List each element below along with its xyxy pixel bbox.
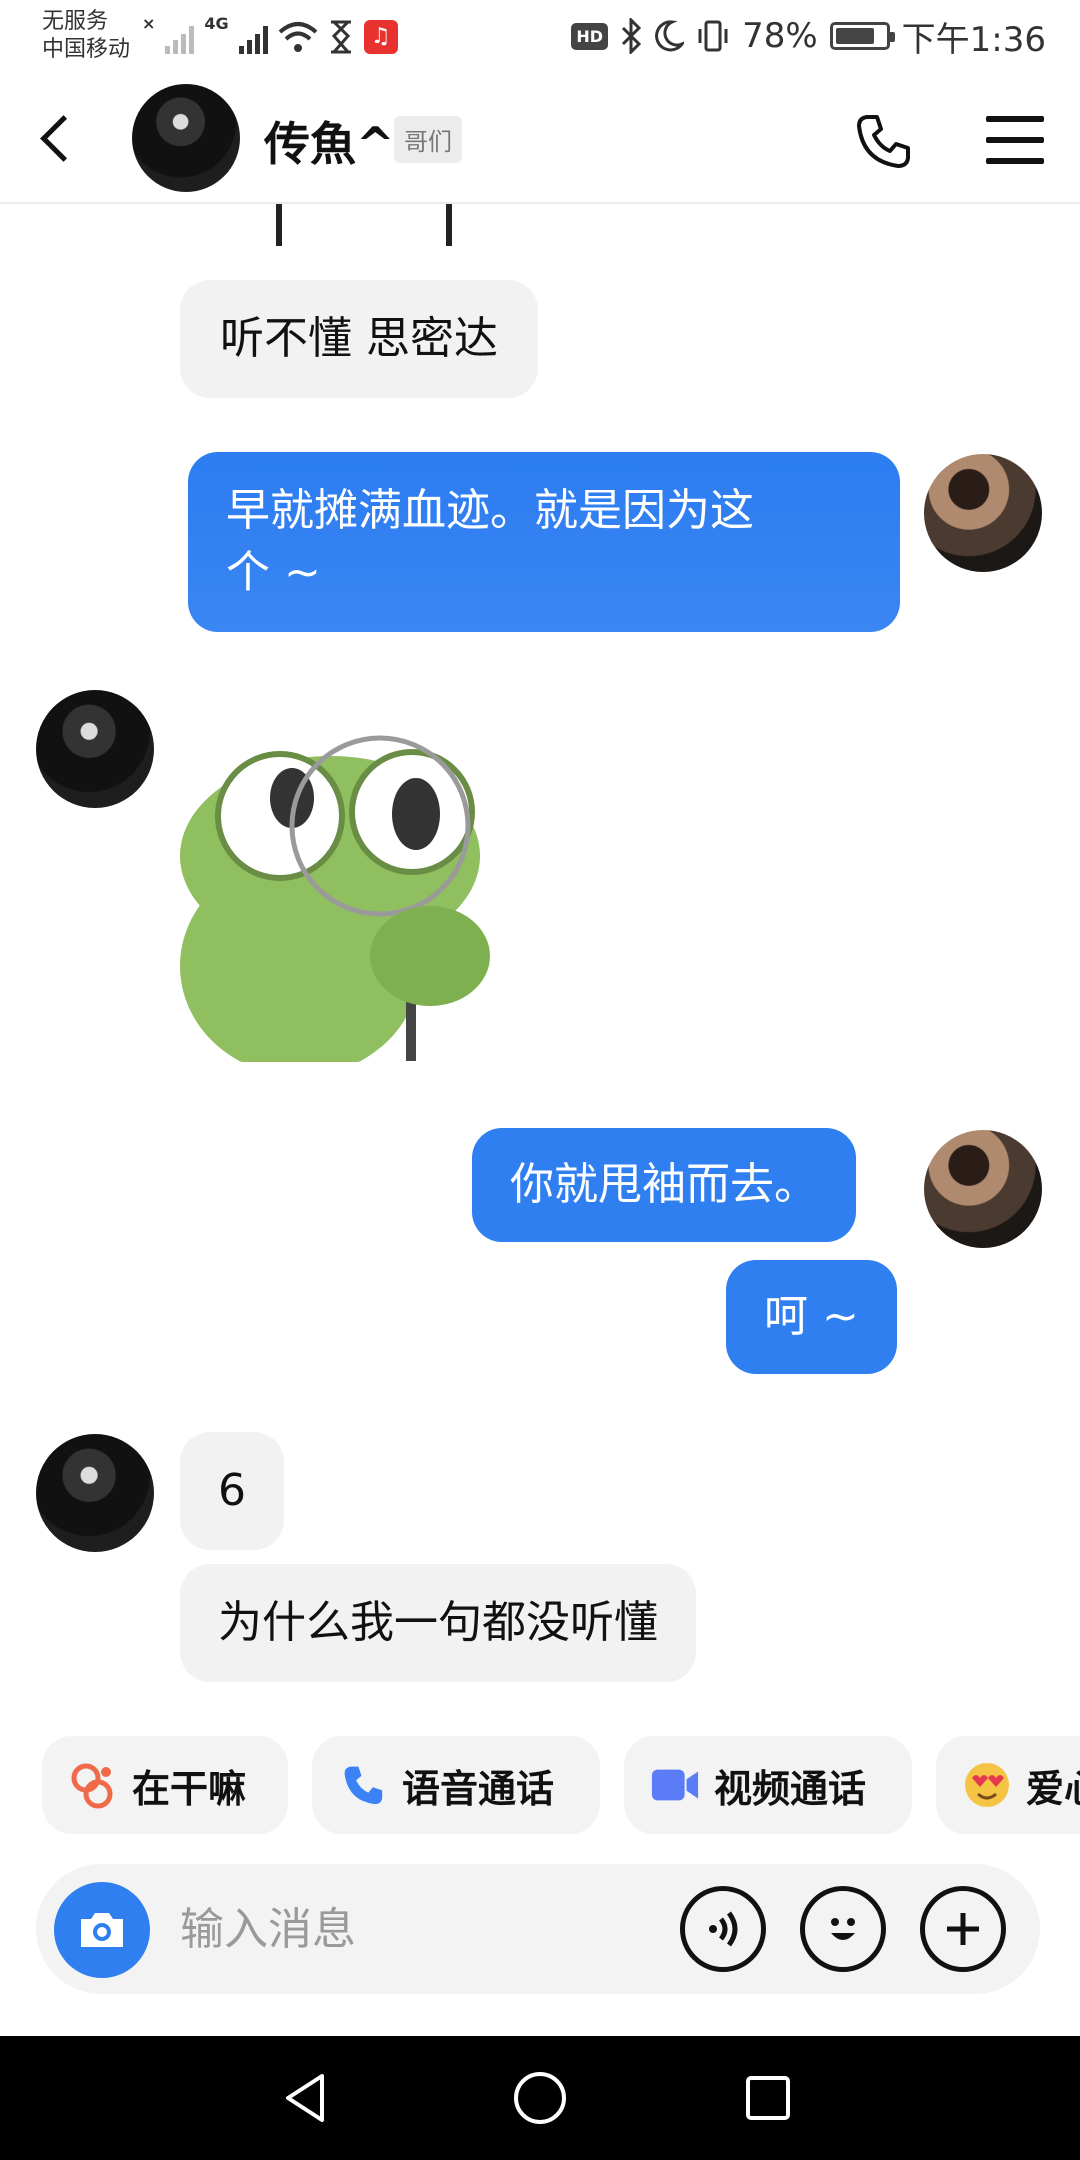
carrier-line-2: 中国移动 xyxy=(42,37,131,62)
nav-back-button[interactable] xyxy=(268,2060,344,2136)
hourglass-icon xyxy=(330,20,351,54)
message-bubble-incoming[interactable]: 6 xyxy=(180,1432,284,1550)
battery-icon xyxy=(829,22,895,50)
quick-action-poke[interactable]: 在干嘛 xyxy=(42,1736,288,1834)
message-text: 呵 ~ xyxy=(764,1291,859,1342)
quick-action-label: 语音通话 xyxy=(402,1766,555,1811)
camera-icon xyxy=(81,1913,123,1947)
message-input[interactable] xyxy=(180,1892,670,1966)
message-text: 为什么我一句都没听懂 xyxy=(218,1597,658,1648)
battery-percent: 78% xyxy=(742,16,818,56)
message-bubble-outgoing[interactable]: 你就甩袖而去。 xyxy=(472,1128,856,1242)
chat-header: 传魚^ 哥们 xyxy=(0,72,1080,204)
message-bubble-outgoing[interactable]: 呵 ~ xyxy=(726,1260,897,1374)
nav-recents-icon xyxy=(746,2076,790,2120)
signal-icons: × 4G ♫ xyxy=(142,14,398,54)
clock: 下午1:36 xyxy=(901,19,1046,60)
contact-avatar-small[interactable] xyxy=(36,1434,154,1552)
nav-home-icon xyxy=(514,2072,566,2124)
frog-sticker-message[interactable] xyxy=(180,706,540,1076)
moon-icon xyxy=(655,20,685,52)
voice-wave-icon xyxy=(709,1911,738,1947)
bluetooth-icon xyxy=(622,18,642,54)
contact-avatar[interactable] xyxy=(132,84,240,192)
quick-actions-row: 在干嘛 语音通话 视频通话 爱心 xyxy=(0,1730,1080,1840)
message-text: 6 xyxy=(218,1465,246,1516)
back-button[interactable] xyxy=(28,102,84,174)
nav-back-icon xyxy=(286,2074,324,2122)
quick-action-voice-call[interactable]: 语音通话 xyxy=(312,1736,600,1834)
voice-input-button[interactable] xyxy=(680,1886,766,1972)
wifi-icon xyxy=(278,22,317,52)
poke-icon xyxy=(68,1760,118,1810)
emoji-button[interactable] xyxy=(800,1886,886,1972)
status-right: HD 78% 下午1:36 xyxy=(571,14,1046,60)
menu-line xyxy=(986,116,1044,122)
menu-line xyxy=(986,137,1044,143)
frog-sticker-image xyxy=(180,735,490,1076)
quick-action-label: 在干嘛 xyxy=(132,1766,247,1811)
nav-recents-button[interactable] xyxy=(730,2060,806,2136)
smiley-icon xyxy=(831,1918,855,1940)
carrier-line-1: 无服务 xyxy=(42,9,109,34)
message-input-bar xyxy=(36,1864,1040,1994)
phone-icon xyxy=(338,1760,388,1810)
message-bubble-incoming[interactable]: 为什么我一句都没听懂 xyxy=(180,1564,696,1682)
quick-action-label: 视频通话 xyxy=(714,1766,867,1811)
plus-icon xyxy=(947,1913,979,1945)
menu-button[interactable] xyxy=(980,110,1050,170)
system-navigation-bar xyxy=(0,2036,1080,2160)
self-avatar[interactable] xyxy=(924,454,1042,572)
contact-name[interactable]: 传魚^ xyxy=(264,108,395,174)
self-avatar[interactable] xyxy=(924,1130,1042,1248)
quick-action-heart[interactable]: 爱心 xyxy=(936,1736,1080,1834)
nav-home-button[interactable] xyxy=(502,2060,578,2136)
image-message-partial[interactable] xyxy=(180,204,540,246)
message-text-line-1: 早就摊满血迹。就是因为这 xyxy=(226,485,754,536)
call-button[interactable] xyxy=(848,106,918,176)
message-bubble-incoming[interactable]: 听不懂 思密达 xyxy=(180,280,538,398)
relation-tag: 哥们 xyxy=(394,116,462,163)
message-text: 你就甩袖而去。 xyxy=(510,1159,818,1210)
hd-icon: HD xyxy=(571,22,609,50)
app-notification-icon: ♫ xyxy=(363,20,398,54)
quick-action-video-call[interactable]: 视频通话 xyxy=(624,1736,912,1834)
video-icon xyxy=(650,1760,700,1810)
contact-avatar-small[interactable] xyxy=(36,690,154,808)
vibrate-icon xyxy=(698,20,728,52)
carrier-info: 无服务 中国移动 xyxy=(42,8,130,64)
status-bar: 无服务 中国移动 × 4G ♫ HD 78% 下午1:36 xyxy=(0,0,1080,72)
network-type: 4G xyxy=(204,14,229,33)
camera-button[interactable] xyxy=(54,1882,150,1978)
more-options-button[interactable] xyxy=(920,1886,1006,1972)
heart-eyes-emoji xyxy=(962,1760,1012,1810)
quick-action-label: 爱心 xyxy=(1026,1766,1080,1811)
no-sim-mark: × xyxy=(142,14,156,33)
signal-bars-empty-icon xyxy=(165,20,195,54)
message-bubble-outgoing[interactable]: 早就摊满血迹。就是因为这 个 ~ xyxy=(188,452,900,632)
menu-line xyxy=(986,158,1044,164)
phone-icon xyxy=(857,115,910,168)
signal-bars-icon xyxy=(238,20,268,54)
message-text-line-2: 个 ~ xyxy=(226,547,321,598)
message-text: 听不懂 思密达 xyxy=(220,313,498,364)
